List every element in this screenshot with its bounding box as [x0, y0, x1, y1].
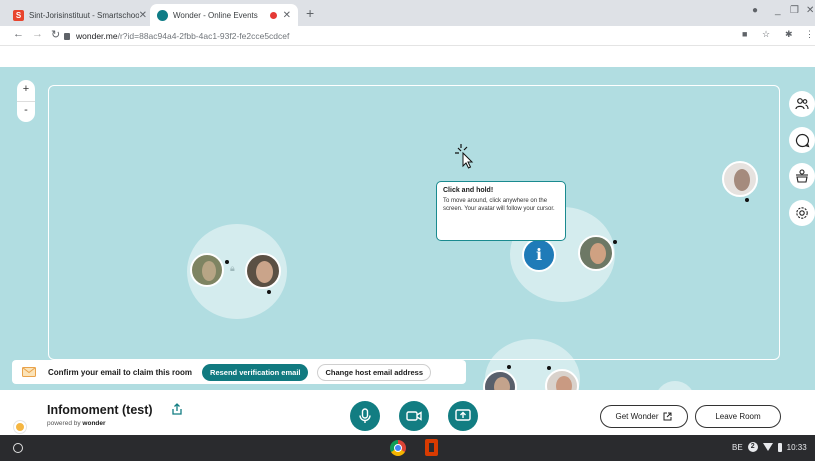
- microphone-icon: [359, 408, 371, 423]
- menu-kebab-icon[interactable]: ⋮: [805, 29, 814, 40]
- recording-icon: [269, 11, 277, 19]
- settings-button[interactable]: [789, 200, 815, 226]
- avatar[interactable]: [722, 161, 758, 197]
- lock-icon: [64, 32, 70, 40]
- browser-toolbar: ← → ↻ wonder.me/r?id=88ac94a4-2fbb-4ac1-…: [0, 26, 815, 46]
- avatar[interactable]: [578, 235, 614, 271]
- tab-wonder[interactable]: Wonder - Online Events ✕: [150, 4, 298, 26]
- help-badge-icon[interactable]: [14, 421, 26, 433]
- people-button[interactable]: [789, 91, 815, 117]
- powered-by: powered by wonder: [47, 420, 106, 427]
- minimize-icon[interactable]: _: [775, 5, 781, 16]
- status-dot: [225, 260, 229, 264]
- info-icon[interactable]: i: [522, 238, 556, 272]
- browser-tab-strip: S Sint-Jorisinstituut - Smartschool ✕ Wo…: [0, 0, 815, 26]
- status-dot: [507, 365, 511, 369]
- share-icon[interactable]: [171, 403, 183, 415]
- resend-verification-button[interactable]: Resend verification email: [202, 363, 309, 381]
- microphone-button[interactable]: [350, 401, 380, 431]
- wonder-favicon-icon: [157, 9, 168, 21]
- url-path: /r?id=88ac94a4-2fbb-4ac1-93f2-fe2cce5cdc…: [117, 31, 290, 41]
- avatar[interactable]: [245, 253, 281, 289]
- avatar[interactable]: [190, 253, 224, 287]
- status-dot: [745, 198, 749, 202]
- video-camera-icon: [406, 411, 422, 421]
- tab-title: Sint-Jorisinstituut - Smartschool: [29, 10, 139, 20]
- screen-share-icon: [455, 409, 471, 421]
- leave-room-button[interactable]: Leave Room: [695, 405, 781, 428]
- battery-icon: [777, 442, 782, 452]
- extensions-icon[interactable]: ✱: [785, 29, 793, 40]
- room-area-border: [48, 85, 780, 360]
- wifi-icon: [762, 443, 773, 451]
- movement-tooltip: Click and hold! To move around, click an…: [436, 181, 566, 241]
- banner-message: Confirm your email to claim this room: [48, 367, 193, 377]
- settings-icon: [796, 207, 808, 219]
- notification-count: 2: [747, 442, 758, 452]
- screen-share-button[interactable]: [448, 401, 478, 431]
- close-icon[interactable]: ✕: [283, 10, 291, 21]
- email-confirm-banner: Confirm your email to claim this room Re…: [12, 360, 466, 384]
- get-wonder-button[interactable]: Get Wonder: [600, 405, 688, 428]
- powered-brand: wonder: [82, 420, 106, 427]
- keyboard-locale: BE: [732, 442, 743, 452]
- bookmark-star-icon[interactable]: ☆: [762, 29, 770, 40]
- chat-icon: [795, 133, 809, 147]
- room-app-bar: Infomoment (test) powered by wonder Get …: [0, 390, 815, 435]
- room-name: Infomoment (test): [47, 403, 153, 417]
- broadcast-button[interactable]: [789, 163, 815, 189]
- page-top-spacer: [0, 47, 815, 67]
- status-dot: [267, 290, 271, 294]
- restore-icon[interactable]: ❐: [790, 5, 799, 16]
- office-app-icon[interactable]: [425, 439, 438, 456]
- zoom-out-button[interactable]: -: [17, 101, 35, 122]
- click-cursor-icon: [455, 144, 474, 169]
- people-icon: [795, 98, 809, 110]
- close-icon[interactable]: ✕: [139, 10, 147, 21]
- tab-smartschool[interactable]: S Sint-Jorisinstituut - Smartschool ✕: [6, 4, 154, 26]
- forward-arrow-icon[interactable]: →: [32, 28, 43, 40]
- smartschool-favicon-icon: S: [13, 9, 24, 21]
- lock-icon: 🔒︎: [230, 263, 235, 273]
- conversation-circle[interactable]: [655, 381, 695, 390]
- get-wonder-label: Get Wonder: [615, 412, 659, 421]
- chrome-app-icon[interactable]: [390, 440, 406, 456]
- powered-prefix: powered by: [47, 420, 81, 427]
- launcher-icon[interactable]: [13, 443, 23, 453]
- url-host: wonder.me: [76, 31, 118, 41]
- back-arrow-icon[interactable]: ←: [13, 28, 24, 40]
- address-bar[interactable]: wonder.me/r?id=88ac94a4-2fbb-4ac1-93f2-f…: [62, 28, 722, 44]
- room-stage[interactable]: + - 🔒︎ i Click and hold! To move around,: [0, 67, 815, 390]
- status-tray[interactable]: BE 2 10:33: [732, 442, 807, 452]
- envelope-icon: [22, 367, 36, 377]
- change-host-email-button[interactable]: Change host email address: [317, 363, 432, 381]
- status-dot: [613, 240, 617, 244]
- os-shelf: BE 2 10:33: [0, 435, 815, 461]
- account-icon[interactable]: ●: [752, 5, 758, 16]
- external-link-icon: [663, 412, 672, 421]
- camera-button[interactable]: [399, 401, 429, 431]
- broadcast-icon: [796, 169, 808, 183]
- new-tab-button[interactable]: +: [306, 5, 314, 21]
- zoom-control: + -: [17, 80, 35, 122]
- close-window-icon[interactable]: ✕: [806, 5, 814, 16]
- camera-indicator-icon[interactable]: ■: [742, 29, 747, 39]
- clock: 10:33: [786, 442, 807, 452]
- tooltip-body: To move around, click anywhere on the sc…: [443, 198, 555, 212]
- status-dot: [547, 366, 551, 370]
- tooltip-title: Click and hold!: [443, 187, 494, 194]
- zoom-in-button[interactable]: +: [17, 80, 35, 101]
- tab-title: Wonder - Online Events: [173, 10, 258, 20]
- chat-button[interactable]: [789, 127, 815, 153]
- reload-icon[interactable]: ↻: [51, 28, 60, 41]
